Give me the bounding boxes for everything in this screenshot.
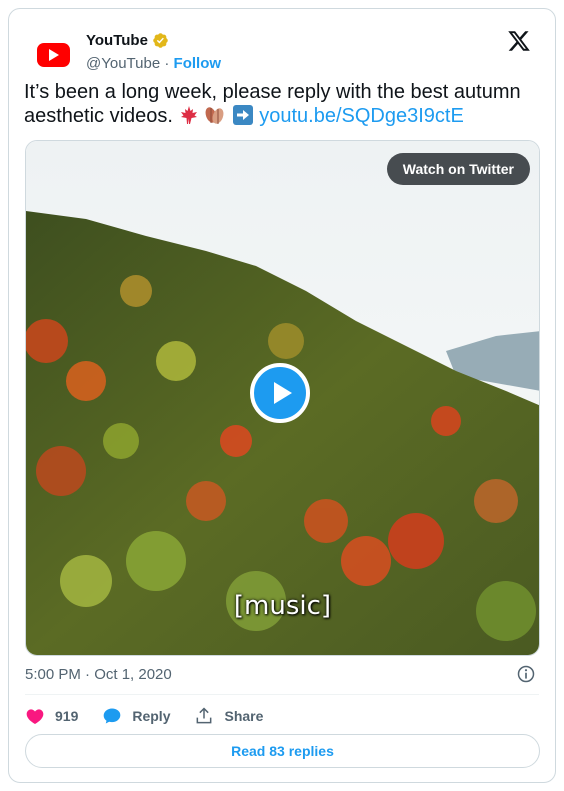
fallen-leaf-icon <box>205 107 224 124</box>
avatar[interactable] <box>33 35 73 75</box>
like-button[interactable]: 919 <box>25 706 78 726</box>
tweet-timestamp[interactable]: 5:00 PM · Oct 1, 2020 <box>25 666 172 683</box>
maple-leaf-icon <box>180 106 197 124</box>
video-player[interactable]: Watch on Twitter [music] <box>25 140 540 656</box>
divider <box>25 694 539 695</box>
play-icon[interactable] <box>250 363 310 423</box>
share-button[interactable]: Share <box>194 706 263 726</box>
action-bar: 919 Reply Share <box>25 705 287 727</box>
reply-label: Reply <box>132 708 171 724</box>
share-icon <box>197 707 212 724</box>
author-display-name[interactable]: YouTube <box>86 32 148 49</box>
tweet-link[interactable]: youtu.be/SQDge3I9ctE <box>259 105 464 127</box>
like-count: 919 <box>55 708 79 724</box>
reply-icon <box>104 708 121 724</box>
watch-on-twitter-button[interactable]: Watch on Twitter <box>386 153 530 185</box>
author-handle[interactable]: @YouTube <box>86 55 160 72</box>
info-icon[interactable] <box>516 664 536 684</box>
youtube-logo-icon <box>36 43 70 67</box>
follow-button[interactable]: Follow <box>174 55 222 72</box>
reply-button[interactable]: Reply <box>102 706 170 726</box>
read-replies-button[interactable]: Read 83 replies <box>25 734 540 768</box>
video-caption: [music] <box>233 591 332 621</box>
share-label: Share <box>224 708 264 724</box>
heart-icon <box>26 709 44 725</box>
right-arrow-icon <box>232 105 253 125</box>
author-handle-row: @YouTube · Follow <box>86 55 221 72</box>
x-logo-icon[interactable] <box>507 29 531 53</box>
author-name-row: YouTube <box>86 32 169 49</box>
tweet-text: It’s been a long week, please reply with… <box>24 80 534 128</box>
handle-separator: · <box>164 55 170 72</box>
verified-badge-icon <box>153 33 168 48</box>
